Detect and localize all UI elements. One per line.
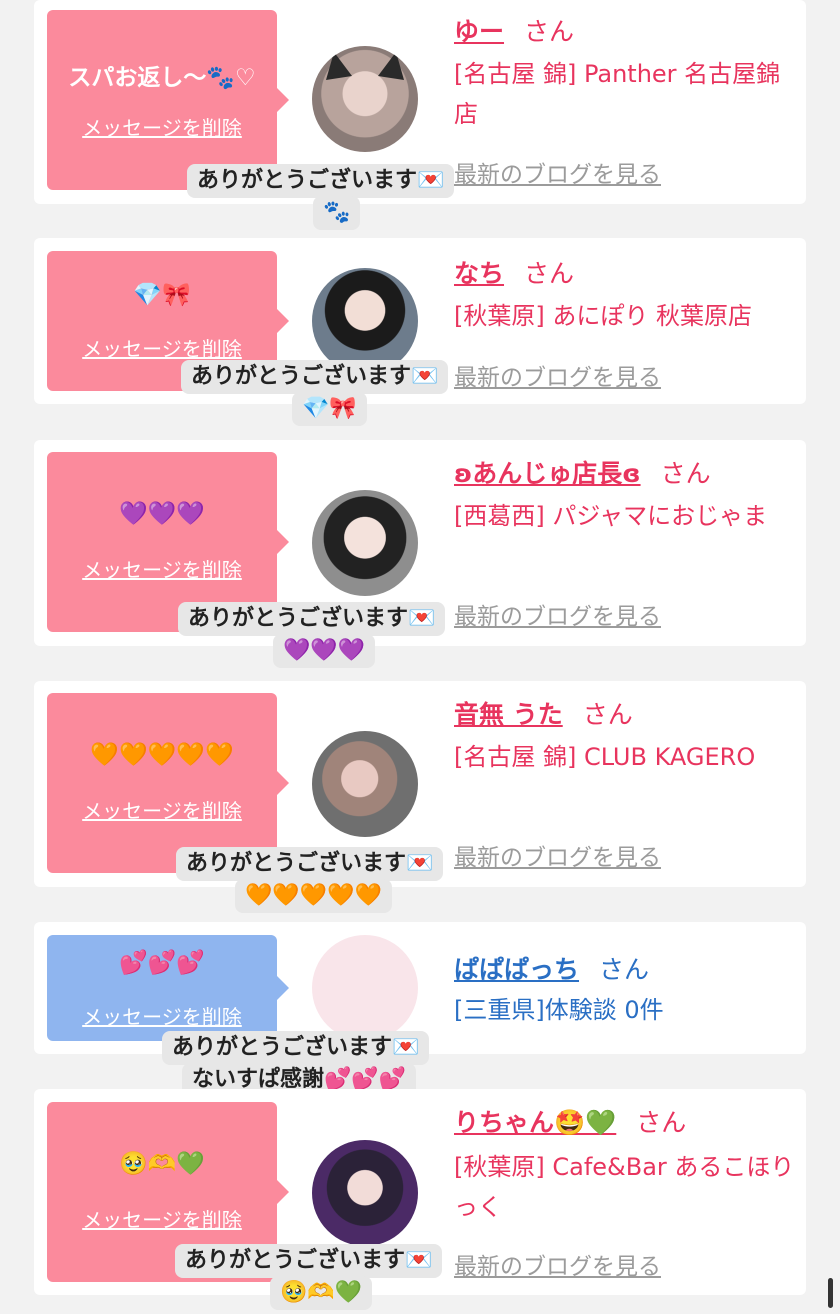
honorific: さん bbox=[599, 955, 650, 984]
thanks-tooltip-line2: 🧡🧡🧡🧡🧡 bbox=[235, 879, 392, 913]
shop-name: [三重県]体験談 0件 bbox=[454, 996, 664, 1024]
honorific: さん bbox=[660, 459, 711, 488]
name-row: なち さん bbox=[454, 254, 574, 290]
cast-name-link[interactable]: ぱぱぱっち bbox=[454, 955, 579, 984]
avatar[interactable] bbox=[312, 46, 418, 152]
thanks-tooltip: ありがとうございます💌 bbox=[181, 360, 449, 394]
blog-link[interactable]: 最新のブログを見る bbox=[454, 1247, 661, 1281]
shop-name: [秋葉原] Cafe&Bar あるこほりっく bbox=[454, 1153, 795, 1221]
message-bubble: 💕💕💕 メッセージを削除 bbox=[47, 935, 289, 1041]
thanks-tooltip-line2: 💎🎀 bbox=[292, 392, 367, 426]
message-text: 💜💜💜 bbox=[119, 501, 205, 527]
message-text: 🧡🧡🧡🧡🧡 bbox=[90, 742, 234, 768]
blog-link[interactable]: 最新のブログを見る bbox=[454, 155, 661, 189]
cast-name-link[interactable]: ゆー bbox=[454, 17, 504, 46]
thanks-tooltip-line2: 💜💜💜 bbox=[273, 634, 376, 668]
delete-message-link[interactable]: メッセージを削除 bbox=[47, 554, 277, 583]
blog-link[interactable]: 最新のブログを見る bbox=[454, 838, 661, 872]
thanks-tooltip: ありがとうございます💌 bbox=[176, 847, 444, 881]
avatar-placeholder[interactable] bbox=[312, 935, 418, 1041]
cast-name-link[interactable]: ʚあんじゅ店長ɞ bbox=[454, 459, 641, 488]
honorific: さん bbox=[524, 17, 575, 46]
delete-message-link[interactable]: メッセージを削除 bbox=[47, 1204, 277, 1233]
message-text: 🥹🫶💚 bbox=[119, 1151, 205, 1177]
name-row: ぱぱぱっち さん bbox=[454, 950, 649, 986]
thanks-tooltip: ありがとうございます💌 bbox=[162, 1031, 430, 1065]
message-bubble: 🧡🧡🧡🧡🧡 メッセージを削除 bbox=[47, 693, 289, 873]
message-text: 💕💕💕 bbox=[119, 950, 205, 976]
name-row: りちゃん🤩💚 さん bbox=[454, 1103, 686, 1139]
thanks-tooltip: ありがとうございます💌 bbox=[178, 602, 446, 636]
shop-name: [名古屋 錦] Panther 名古屋錦店 bbox=[454, 60, 781, 128]
delete-message-link[interactable]: メッセージを削除 bbox=[47, 795, 277, 824]
cast-name-link[interactable]: りちゃん🤩💚 bbox=[454, 1108, 616, 1137]
honorific: さん bbox=[582, 700, 633, 729]
avatar[interactable] bbox=[312, 490, 418, 596]
message-text: スパお返し〜🐾♡ bbox=[68, 65, 256, 91]
name-row: ʚあんじゅ店長ɞ さん bbox=[454, 454, 711, 490]
delete-message-link[interactable]: メッセージを削除 bbox=[47, 1001, 277, 1030]
honorific: さん bbox=[524, 259, 575, 288]
blog-link[interactable]: 最新のブログを見る bbox=[454, 597, 661, 631]
thanks-tooltip: ありがとうございます💌 bbox=[187, 164, 455, 198]
delete-message-link[interactable]: メッセージを削除 bbox=[47, 112, 277, 141]
honorific: さん bbox=[636, 1108, 687, 1137]
message-bubble: スパお返し〜🐾♡ メッセージを削除 bbox=[47, 10, 289, 190]
shop-name: [名古屋 錦] CLUB KAGERO bbox=[454, 743, 756, 771]
avatar[interactable] bbox=[312, 1140, 418, 1246]
name-row: 音無 うた さん bbox=[454, 695, 633, 731]
shop-name: [西葛西] パジャマにおじゃま bbox=[454, 502, 768, 530]
message-text: 💎🎀 bbox=[133, 282, 191, 308]
cat-ears-icon bbox=[326, 52, 404, 80]
delete-message-link[interactable]: メッセージを削除 bbox=[47, 333, 277, 362]
blog-link[interactable]: 最新のブログを見る bbox=[454, 358, 661, 392]
name-row: ゆー さん bbox=[454, 12, 574, 48]
avatar[interactable] bbox=[312, 268, 418, 374]
thanks-tooltip: ありがとうございます💌 bbox=[175, 1244, 443, 1278]
thanks-tooltip-line2: 🐾 bbox=[313, 196, 361, 230]
cast-name-link[interactable]: なち bbox=[454, 259, 504, 288]
scrollbar[interactable] bbox=[828, 1278, 833, 1308]
avatar[interactable] bbox=[312, 731, 418, 837]
shop-name: [秋葉原] あにぽり 秋葉原店 bbox=[454, 302, 752, 330]
cast-name-link[interactable]: 音無 うた bbox=[454, 700, 563, 729]
thanks-tooltip-line2: 🥹🫶💚 bbox=[270, 1276, 373, 1310]
